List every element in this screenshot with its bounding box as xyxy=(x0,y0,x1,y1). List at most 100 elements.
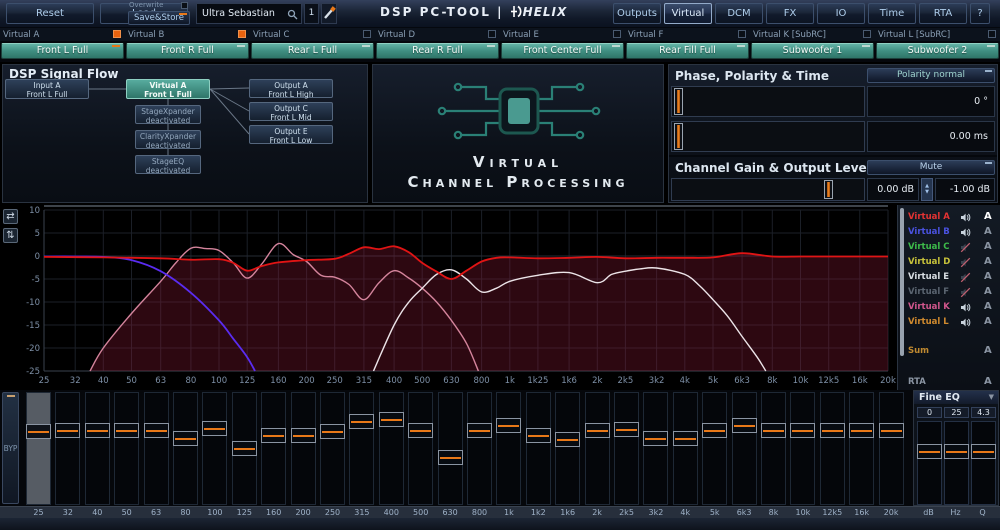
legend-row-virtual-e[interactable]: Virtual EA xyxy=(908,271,998,284)
eq-band-1k[interactable] xyxy=(496,392,521,505)
flow-node-output-e[interactable]: Output EFront L Low xyxy=(249,125,333,144)
flow-node-clarityxpander[interactable]: ClarityXpanderdeactivated xyxy=(135,130,201,149)
eq-band-2k[interactable] xyxy=(585,392,610,505)
eq-band-1k6[interactable] xyxy=(555,392,580,505)
channel-button-front-l-full[interactable]: Front L Full xyxy=(1,43,124,59)
virtual-tab-virtual-c[interactable]: Virtual C xyxy=(250,28,375,42)
eq-band-500[interactable] xyxy=(408,392,433,505)
eq-band-handle-63[interactable] xyxy=(144,423,169,438)
solo-a-button[interactable]: A xyxy=(984,301,992,312)
eq-band-handle-160[interactable] xyxy=(261,428,286,443)
gain-spinner[interactable]: ▲▼ xyxy=(921,178,933,201)
eq-band-handle-1k[interactable] xyxy=(496,418,521,433)
legend-row-virtual-d[interactable]: Virtual DA xyxy=(908,256,998,269)
virtual-tab-virtual-e[interactable]: Virtual E xyxy=(500,28,625,42)
eq-band-200[interactable] xyxy=(291,392,316,505)
eq-band-handle-125[interactable] xyxy=(232,441,257,456)
nav-outputs[interactable]: Outputs xyxy=(613,3,661,24)
speaker-muted-icon[interactable] xyxy=(960,242,971,253)
eq-band-handle-800[interactable] xyxy=(467,423,492,438)
reset-button[interactable]: Reset xyxy=(6,3,94,24)
nav-dcm[interactable]: DCM xyxy=(715,3,763,24)
legend-row-virtual-f[interactable]: Virtual FA xyxy=(908,286,998,299)
eq-band-5k[interactable] xyxy=(702,392,727,505)
eq-band-800[interactable] xyxy=(467,392,492,505)
eq-band-handle-32[interactable] xyxy=(55,423,80,438)
eq-band-6k3[interactable] xyxy=(732,392,757,505)
polarity-dropdown[interactable]: Polarity normal xyxy=(867,68,995,83)
eq-band-16k[interactable] xyxy=(849,392,874,505)
virtual-tab-virtual-b[interactable]: Virtual B xyxy=(125,28,250,42)
virtual-tab-virtual-d[interactable]: Virtual D xyxy=(375,28,500,42)
eq-band-handle-8k[interactable] xyxy=(761,423,786,438)
eq-band-2k5[interactable] xyxy=(614,392,639,505)
phase-value[interactable]: 0 ° xyxy=(867,86,995,117)
fine-eq-handle-q[interactable] xyxy=(971,444,996,459)
delay-value[interactable]: 0.00 ms xyxy=(867,121,995,152)
eq-band-handle-12k5[interactable] xyxy=(820,423,845,438)
nav-io[interactable]: IO xyxy=(817,3,865,24)
eq-band-handle-400[interactable] xyxy=(379,412,404,427)
channel-button-subwoofer-2[interactable]: Subwoofer 2 xyxy=(876,43,999,59)
eq-band-handle-315[interactable] xyxy=(349,414,374,429)
frequency-response-plot[interactable]: 2532405063801001251602002503154005006308… xyxy=(18,205,898,389)
eq-band-100[interactable] xyxy=(202,392,227,505)
flow-node-stageeq[interactable]: StageEQdeactivated xyxy=(135,155,201,174)
gain-slider-handle[interactable] xyxy=(824,180,833,199)
search-icon[interactable] xyxy=(287,9,298,20)
eq-band-63[interactable] xyxy=(144,392,169,505)
nav-virtual[interactable]: Virtual xyxy=(664,3,712,24)
channel-button-rear-l-full[interactable]: Rear L Full xyxy=(251,43,374,59)
fine-eq-value-db[interactable]: 0 xyxy=(917,407,942,418)
delay-slider[interactable] xyxy=(671,121,865,152)
eq-bypass-button[interactable]: BYP xyxy=(2,392,19,504)
channel-button-rear-r-full[interactable]: Rear R Full xyxy=(376,43,499,59)
delay-slider-handle[interactable] xyxy=(674,123,683,150)
legend-row-sum[interactable]: SumA xyxy=(908,345,998,358)
solo-a-button[interactable]: A xyxy=(984,345,992,356)
eq-band-630[interactable] xyxy=(438,392,463,505)
eq-band-handle-40[interactable] xyxy=(85,423,110,438)
phase-slider-handle[interactable] xyxy=(674,88,683,115)
virtual-tab-virtual-f[interactable]: Virtual F xyxy=(625,28,750,42)
eq-band-20k[interactable] xyxy=(879,392,904,505)
gain-value[interactable]: 0.00 dB xyxy=(867,178,919,201)
virtual-tab-virtual-k-subrc-[interactable]: Virtual K [SubRC] xyxy=(750,28,875,42)
solo-a-button[interactable]: A xyxy=(984,226,992,237)
solo-a-button[interactable]: A xyxy=(984,211,992,222)
flow-node-virtual-a[interactable]: Virtual AFront L Full xyxy=(126,79,210,99)
solo-a-button[interactable]: A xyxy=(984,241,992,252)
virtual-tab-checkbox[interactable] xyxy=(738,30,746,38)
fine-eq-handle-db[interactable] xyxy=(917,444,942,459)
solo-a-button[interactable]: A xyxy=(984,271,992,282)
fine-eq-slider-db[interactable] xyxy=(917,421,942,505)
virtual-tab-virtual-l-subrc-[interactable]: Virtual L [SubRC] xyxy=(875,28,1000,42)
solo-a-button[interactable]: A xyxy=(984,256,992,267)
gain-slider[interactable] xyxy=(671,178,865,201)
solo-a-button[interactable]: A xyxy=(984,316,992,327)
eq-band-handle-1k2[interactable] xyxy=(526,428,551,443)
eq-band-32[interactable] xyxy=(55,392,80,505)
eq-band-80[interactable] xyxy=(173,392,198,505)
virtual-tab-virtual-a[interactable]: Virtual A xyxy=(0,28,125,42)
eq-band-250[interactable] xyxy=(320,392,345,505)
virtual-tab-checkbox[interactable] xyxy=(488,30,496,38)
flow-node-output-c[interactable]: Output CFront L Mid xyxy=(249,102,333,121)
channel-button-rear-fill-full[interactable]: Rear Fill Full xyxy=(626,43,749,59)
eq-band-1k2[interactable] xyxy=(526,392,551,505)
eq-band-handle-5k[interactable] xyxy=(702,423,727,438)
eq-band-315[interactable] xyxy=(349,392,374,505)
eq-band-10k[interactable] xyxy=(790,392,815,505)
eq-band-4k[interactable] xyxy=(673,392,698,505)
eq-band-handle-2k[interactable] xyxy=(585,423,610,438)
eq-band-40[interactable] xyxy=(85,392,110,505)
legend-row-virtual-a[interactable]: Virtual AA xyxy=(908,211,998,224)
solo-a-button[interactable]: A xyxy=(984,286,992,297)
overwrite-checkbox[interactable] xyxy=(181,2,188,9)
flow-node-input-a[interactable]: Input AFront L Full xyxy=(5,79,89,99)
flow-node-stagexpander[interactable]: StageXpanderdeactivated xyxy=(135,105,201,124)
eq-band-25[interactable] xyxy=(26,392,51,505)
vertical-zoom-button[interactable]: ⇅ xyxy=(3,228,18,243)
channel-button-front-center-full[interactable]: Front Center Full xyxy=(501,43,624,59)
eq-band-handle-200[interactable] xyxy=(291,428,316,443)
